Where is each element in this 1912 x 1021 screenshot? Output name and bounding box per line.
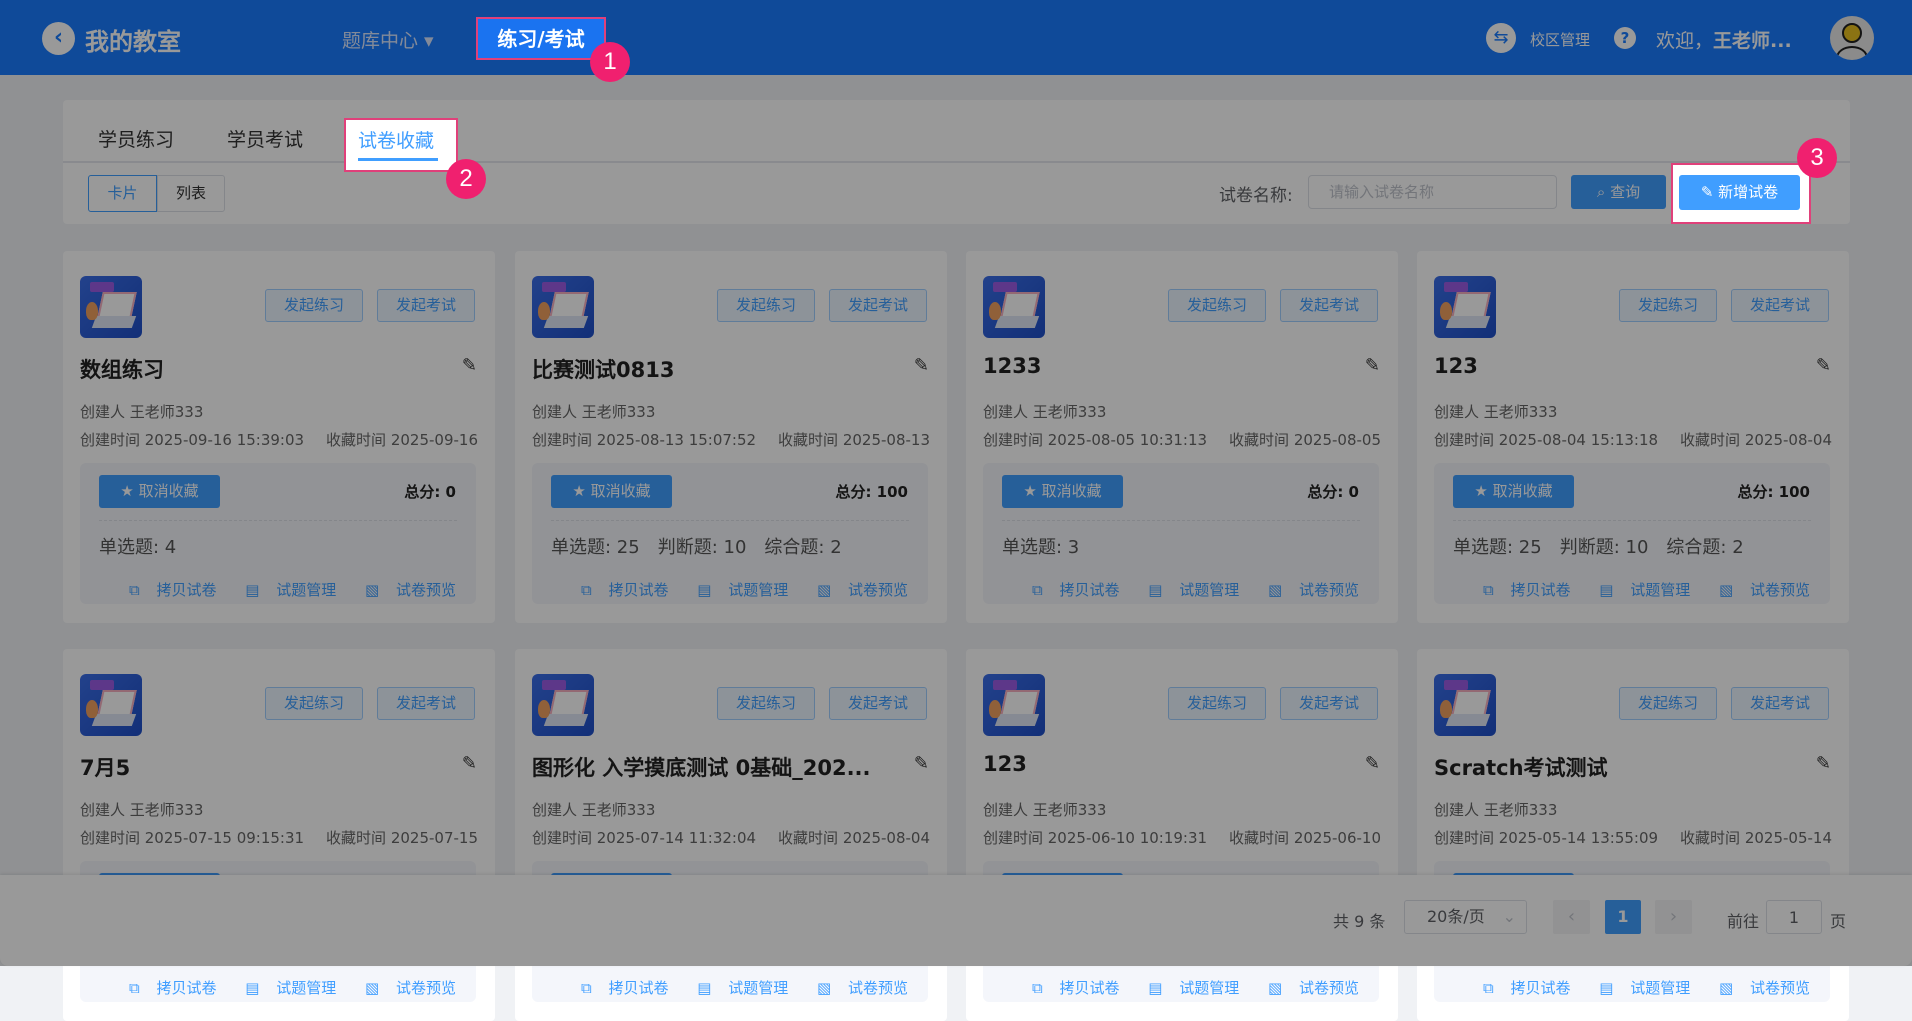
pencil-icon: ✎: [1700, 183, 1719, 201]
preview-label: 试卷预览: [1298, 979, 1359, 997]
preview-paper-link[interactable]: ▧ 试卷预览: [1707, 979, 1810, 997]
copy-paper-link[interactable]: ⧉ 拷贝试卷: [1020, 979, 1120, 997]
document-icon: ▤: [1148, 979, 1168, 997]
nav-practice-exam[interactable]: 练习/考试: [476, 17, 606, 60]
add-paper-label: 新增试卷: [1718, 183, 1779, 201]
copy-paper-link[interactable]: ⧉ 拷贝试卷: [1471, 979, 1571, 997]
document-icon: ▤: [1599, 979, 1619, 997]
step-badge-3: 3: [1797, 138, 1837, 178]
card-actions: ⧉ 拷贝试卷 ▤ 试题管理 ▧ 试卷预览: [1008, 977, 1359, 998]
manage-questions-link[interactable]: ▤ 试题管理: [233, 979, 336, 997]
preview-icon: ▧: [1719, 979, 1738, 997]
copy-icon: ⧉: [129, 979, 145, 997]
document-icon: ▤: [697, 979, 717, 997]
manage-label: 试题管理: [1179, 979, 1240, 997]
preview-label: 试卷预览: [847, 979, 908, 997]
copy-paper-link[interactable]: ⧉ 拷贝试卷: [117, 979, 217, 997]
preview-icon: ▧: [1268, 979, 1287, 997]
guide-overlay: [0, 0, 1912, 966]
step-badge-1: 1: [590, 42, 630, 82]
copy-label: 拷贝试卷: [608, 979, 669, 997]
copy-label: 拷贝试卷: [1059, 979, 1120, 997]
manage-questions-link[interactable]: ▤ 试题管理: [1587, 979, 1690, 997]
manage-questions-link[interactable]: ▤ 试题管理: [1136, 979, 1239, 997]
tab-paper-favorites[interactable]: 试卷收藏: [344, 118, 458, 172]
card-actions: ⧉ 拷贝试卷 ▤ 试题管理 ▧ 试卷预览: [557, 977, 908, 998]
preview-paper-link[interactable]: ▧ 试卷预览: [805, 979, 908, 997]
document-icon: ▤: [245, 979, 265, 997]
manage-label: 试题管理: [1630, 979, 1691, 997]
manage-label: 试题管理: [728, 979, 789, 997]
card-actions: ⧉ 拷贝试卷 ▤ 试题管理 ▧ 试卷预览: [105, 977, 456, 998]
preview-icon: ▧: [365, 979, 384, 997]
preview-paper-link[interactable]: ▧ 试卷预览: [353, 979, 456, 997]
add-paper-button[interactable]: ✎ 新增试卷: [1679, 175, 1800, 210]
tab-paper-favorites-label: 试卷收藏: [358, 130, 435, 152]
copy-icon: ⧉: [1483, 979, 1499, 997]
copy-icon: ⧉: [1032, 979, 1048, 997]
copy-label: 拷贝试卷: [156, 979, 217, 997]
manage-label: 试题管理: [276, 979, 337, 997]
add-paper-highlight: ✎ 新增试卷: [1671, 163, 1811, 224]
card-actions: ⧉ 拷贝试卷 ▤ 试题管理 ▧ 试卷预览: [1459, 977, 1810, 998]
active-tab-indicator: [358, 158, 438, 161]
step-badge-2: 2: [446, 159, 486, 199]
preview-paper-link[interactable]: ▧ 试卷预览: [1256, 979, 1359, 997]
preview-label: 试卷预览: [395, 979, 456, 997]
copy-label: 拷贝试卷: [1510, 979, 1571, 997]
preview-icon: ▧: [817, 979, 836, 997]
copy-icon: ⧉: [581, 979, 597, 997]
preview-label: 试卷预览: [1749, 979, 1810, 997]
copy-paper-link[interactable]: ⧉ 拷贝试卷: [569, 979, 669, 997]
manage-questions-link[interactable]: ▤ 试题管理: [685, 979, 788, 997]
